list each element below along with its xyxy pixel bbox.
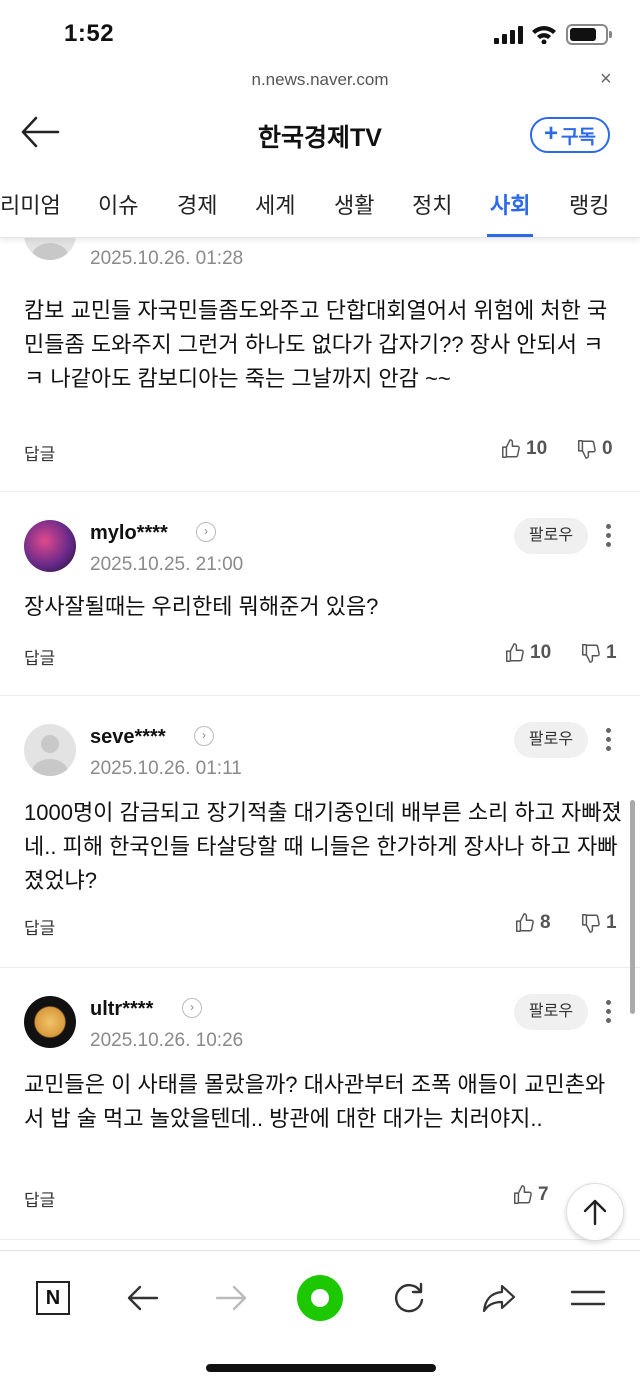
comment-date: 2025.10.25. 21:00 <box>90 554 244 575</box>
tab-premium[interactable]: 리미엄 <box>0 188 61 220</box>
chevron-right-icon[interactable]: › <box>196 522 216 542</box>
avatar[interactable] <box>24 724 76 776</box>
menu-icon <box>570 1290 606 1306</box>
naver-logo-letter: N <box>45 1286 61 1309</box>
comment-item: seve**** › 2025.10.26. 01:11 팔로우 1000명이 … <box>0 696 640 968</box>
url-bar: n.news.naver.com × <box>0 66 640 96</box>
reply-button[interactable]: 답글 <box>24 914 55 939</box>
thumbs-up-icon <box>516 913 534 932</box>
thumbs-up-icon <box>506 643 524 662</box>
comment-text: 캄보 교민들 자국민들좀도와주고 단합대회열어서 위험에 처한 국민들좀 도와주… <box>24 298 608 391</box>
home-indicator <box>206 1364 436 1372</box>
forward-button[interactable] <box>206 1273 256 1323</box>
green-dot-button[interactable] <box>295 1273 345 1323</box>
battery-icon <box>566 24 612 45</box>
chevron-right-icon[interactable]: › <box>194 726 214 746</box>
dislike-button[interactable]: 0 <box>576 438 613 460</box>
status-bar: 1:52 <box>0 0 640 66</box>
comment-author[interactable]: seve**** <box>90 726 166 749</box>
naver-home-button[interactable]: N <box>28 1273 78 1323</box>
dislike-count: 1 <box>606 912 617 933</box>
refresh-button[interactable] <box>384 1273 434 1323</box>
comment-date: 2025.10.26. 01:28 <box>90 248 244 269</box>
tab-society[interactable]: 사회 <box>490 188 530 220</box>
comment-date: 2025.10.26. 01:11 <box>90 758 242 779</box>
menu-button[interactable] <box>563 1273 613 1323</box>
like-button[interactable]: 10 <box>500 438 547 460</box>
like-count: 8 <box>540 912 551 933</box>
reply-button[interactable]: 답글 <box>24 644 55 669</box>
wifi-icon <box>532 26 556 44</box>
tab-issue[interactable]: 이슈 <box>98 188 138 220</box>
follow-button[interactable]: 팔로우 <box>514 994 588 1030</box>
like-count: 7 <box>538 1184 549 1205</box>
dislike-count: 1 <box>606 642 617 663</box>
comment-list: 2025.10.26. 01:28 캄보 교민들 자국민들좀도와주고 단합대회열… <box>0 238 640 1250</box>
app-header: 한국경제TV + 구독 <box>0 104 640 168</box>
follow-button[interactable]: 팔로우 <box>514 722 588 758</box>
like-count: 10 <box>526 438 548 459</box>
tab-ranking[interactable]: 랭킹 <box>569 188 609 220</box>
thumbs-down-icon <box>582 914 600 933</box>
comment-text: 장사잘될때는 우리한테 뭐해준거 있음? <box>24 594 379 619</box>
reply-button[interactable]: 답글 <box>24 440 55 465</box>
status-time: 1:52 <box>64 20 115 47</box>
avatar[interactable] <box>24 520 76 572</box>
comment-date: 2025.10.26. 10:26 <box>90 1030 244 1051</box>
share-button[interactable] <box>474 1273 524 1323</box>
thumbs-down-icon <box>582 644 600 663</box>
comment-author[interactable]: mylo**** <box>90 522 168 545</box>
thumbs-down-icon <box>578 440 596 459</box>
comment-text: 1000명이 감금되고 장기적출 대기중인데 배부른 소리 하고 자빠졌네.. … <box>24 800 622 893</box>
like-button[interactable]: 10 <box>504 642 551 664</box>
comment-author[interactable]: ultr**** <box>90 998 153 1021</box>
thumbs-up-icon <box>502 439 520 458</box>
avatar[interactable] <box>24 996 76 1048</box>
tab-politics[interactable]: 정치 <box>412 188 452 220</box>
green-dot-icon <box>297 1275 343 1321</box>
like-button[interactable]: 8 <box>514 912 551 934</box>
chevron-right-icon[interactable]: › <box>182 998 202 1018</box>
tab-world[interactable]: 세계 <box>255 188 295 220</box>
tab-economy[interactable]: 경제 <box>177 188 217 220</box>
dislike-button[interactable]: 1 <box>580 642 617 664</box>
naver-logo-icon: N <box>36 1281 70 1315</box>
arrow-right-icon <box>215 1285 247 1311</box>
like-button[interactable]: 7 <box>512 1184 549 1206</box>
more-options-icon[interactable] <box>604 524 612 551</box>
back-button[interactable] <box>118 1273 168 1323</box>
avatar[interactable] <box>24 238 76 260</box>
arrow-left-icon <box>127 1285 159 1311</box>
dislike-count: 0 <box>602 438 613 459</box>
arrow-up-icon <box>583 1199 607 1226</box>
subscribe-label: 구독 <box>561 126 596 148</box>
reply-button[interactable]: 답글 <box>24 1186 55 1211</box>
subscribe-button[interactable]: + 구독 <box>530 117 610 153</box>
signal-icon <box>494 26 523 44</box>
close-icon[interactable]: × <box>600 68 612 91</box>
more-options-icon[interactable] <box>604 1000 612 1027</box>
thumbs-up-icon <box>514 1185 532 1204</box>
category-tabs: 리미엄 이슈 경제 세계 생활 정치 사회 랭킹 <box>0 172 640 238</box>
plus-icon: + <box>544 119 559 147</box>
comment-item: mylo**** › 2025.10.25. 21:00 팔로우 장사잘될때는 … <box>0 492 640 696</box>
comment-item: 2025.10.26. 01:28 캄보 교민들 자국민들좀도와주고 단합대회열… <box>0 238 640 492</box>
more-options-icon[interactable] <box>604 728 612 755</box>
tab-life[interactable]: 생활 <box>334 188 374 220</box>
bottom-toolbar: N <box>0 1250 640 1385</box>
refresh-icon <box>395 1282 424 1313</box>
scrollbar[interactable] <box>630 800 635 1014</box>
url-text[interactable]: n.news.naver.com <box>0 70 640 90</box>
comment-text: 교민들은 이 사태를 몰랐을까? 대사관부터 조폭 애들이 교민촌와서 밥 술 … <box>24 1072 606 1131</box>
scroll-to-top-button[interactable] <box>566 1183 624 1241</box>
like-count: 10 <box>530 642 552 663</box>
share-icon <box>482 1284 516 1313</box>
follow-button[interactable]: 팔로우 <box>514 518 588 554</box>
active-tab-indicator <box>487 234 533 237</box>
dislike-button[interactable]: 1 <box>580 912 617 934</box>
comment-item: ultr**** › 2025.10.26. 10:26 팔로우 교민들은 이 … <box>0 968 640 1240</box>
